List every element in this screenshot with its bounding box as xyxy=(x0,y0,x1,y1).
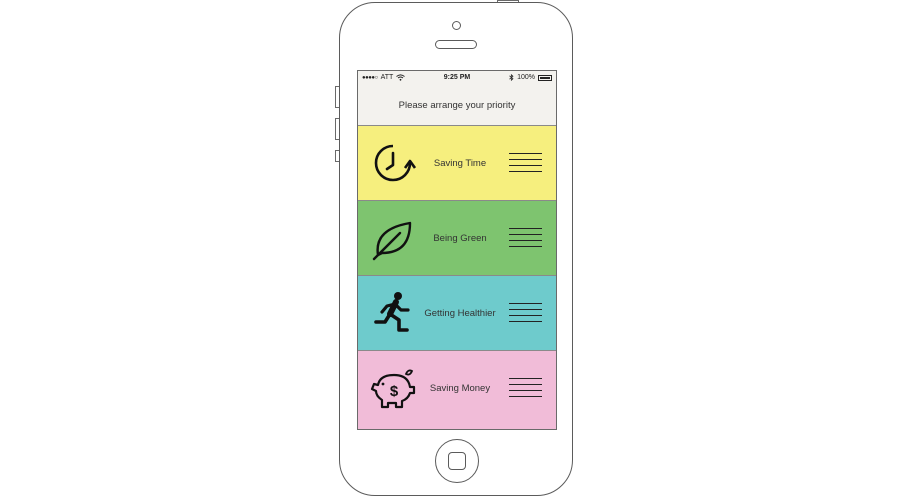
drag-handle-icon[interactable] xyxy=(509,153,542,173)
stage: ●●●●○ ATT 9:25 PM 100% Please arrange yo… xyxy=(0,0,912,500)
home-button-square xyxy=(448,452,466,470)
bluetooth-icon xyxy=(509,74,514,81)
priority-label-being-green: Being Green xyxy=(433,233,487,244)
priority-label-getting-healthier: Getting Healthier xyxy=(424,308,496,319)
status-right: 100% xyxy=(509,74,552,81)
drag-handle-icon[interactable] xyxy=(509,303,542,323)
priority-row-being-green[interactable]: Being Green xyxy=(358,201,556,276)
priority-row-saving-time[interactable]: Saving Time xyxy=(358,126,556,201)
status-bar: ●●●●○ ATT 9:25 PM 100% xyxy=(358,71,556,85)
front-camera xyxy=(452,21,461,30)
priority-label-saving-time: Saving Time xyxy=(433,158,487,169)
battery-percent: 100% xyxy=(517,74,535,81)
priority-row-getting-healthier[interactable]: Getting Healthier xyxy=(358,276,556,351)
page-title: Please arrange your priority xyxy=(358,85,556,126)
home-button[interactable] xyxy=(435,439,479,483)
earpiece-speaker xyxy=(435,40,477,49)
running-person-icon xyxy=(374,292,410,332)
clock-refresh-icon xyxy=(374,144,416,182)
svg-text:$: $ xyxy=(390,383,399,400)
battery-icon xyxy=(538,74,552,81)
phone-screen: ●●●●○ ATT 9:25 PM 100% Please arrange yo… xyxy=(357,70,557,430)
drag-handle-icon[interactable] xyxy=(509,378,542,398)
leaf-icon xyxy=(372,221,412,261)
piggy-bank-icon: $ xyxy=(370,369,416,409)
drag-handle-icon[interactable] xyxy=(509,228,542,248)
priority-row-saving-money[interactable]: $ Saving Money xyxy=(358,351,556,429)
priority-label-saving-money: Saving Money xyxy=(429,383,491,394)
